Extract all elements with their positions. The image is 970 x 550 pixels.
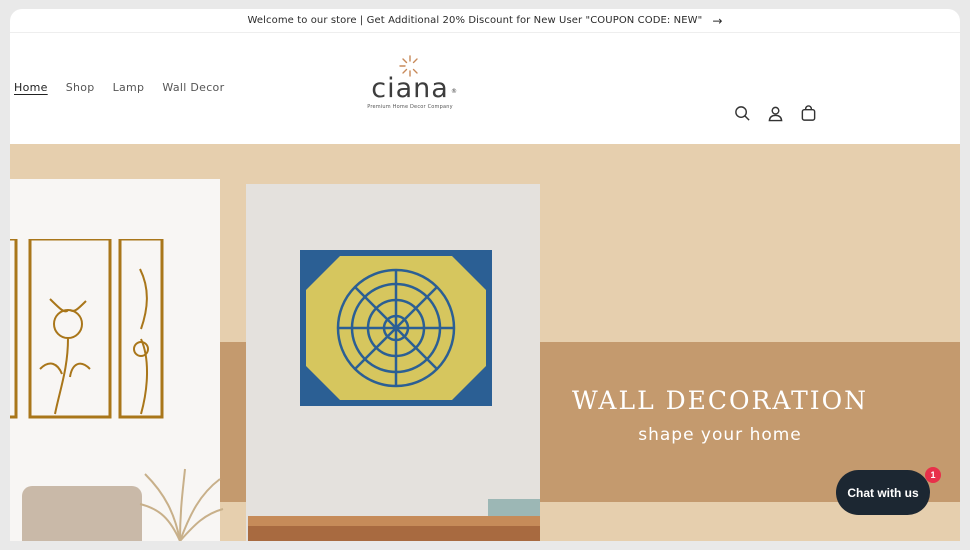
nav-item-wall-decor[interactable]: Wall Decor xyxy=(162,81,224,94)
chat-notification-badge: 1 xyxy=(925,467,941,483)
hero-banner[interactable]: WALL DECORATION shape your home xyxy=(10,144,960,541)
chat-label: Chat with us xyxy=(847,485,919,500)
cart-icon[interactable] xyxy=(800,105,817,122)
main-nav: Home Shop Lamp Wall Decor xyxy=(14,81,224,94)
nav-item-home[interactable]: Home xyxy=(14,81,48,94)
announcement-bar[interactable]: Welcome to our store | Get Additional 20… xyxy=(10,9,960,33)
search-icon[interactable] xyxy=(734,105,751,122)
logo-tagline: Premium Home Decor Company xyxy=(367,104,453,110)
hero-title: WALL DECORATION xyxy=(571,386,868,415)
gold-floral-panels-image xyxy=(10,239,164,419)
chat-with-us-button[interactable]: Chat with us xyxy=(836,470,930,515)
wooden-shelf-base-image xyxy=(248,526,540,541)
site-header: Home Shop Lamp Wall Decor ciana ® Premiu… xyxy=(10,33,960,144)
header-icons xyxy=(734,105,817,122)
logo-word-text: ciana xyxy=(371,73,449,104)
nav-item-lamp[interactable]: Lamp xyxy=(113,81,145,94)
hero-subtitle: shape your home xyxy=(638,425,802,445)
dried-grass-image xyxy=(139,468,224,541)
browser-page: Welcome to our store | Get Additional 20… xyxy=(10,9,960,541)
site-logo[interactable]: ciana ® Premium Home Decor Company xyxy=(360,55,460,110)
nav-item-shop[interactable]: Shop xyxy=(66,81,95,94)
announcement-text: Welcome to our store | Get Additional 20… xyxy=(247,15,703,26)
arrow-right-icon[interactable]: → xyxy=(712,14,722,28)
mandala-wall-art-image xyxy=(300,250,492,406)
pillow-image xyxy=(22,486,142,541)
books-decor-image xyxy=(488,499,540,516)
wooden-shelf-image xyxy=(248,516,540,526)
logo-wordmark: ciana ® xyxy=(360,75,460,103)
registered-mark: ® xyxy=(451,88,458,95)
account-icon[interactable] xyxy=(767,105,784,122)
